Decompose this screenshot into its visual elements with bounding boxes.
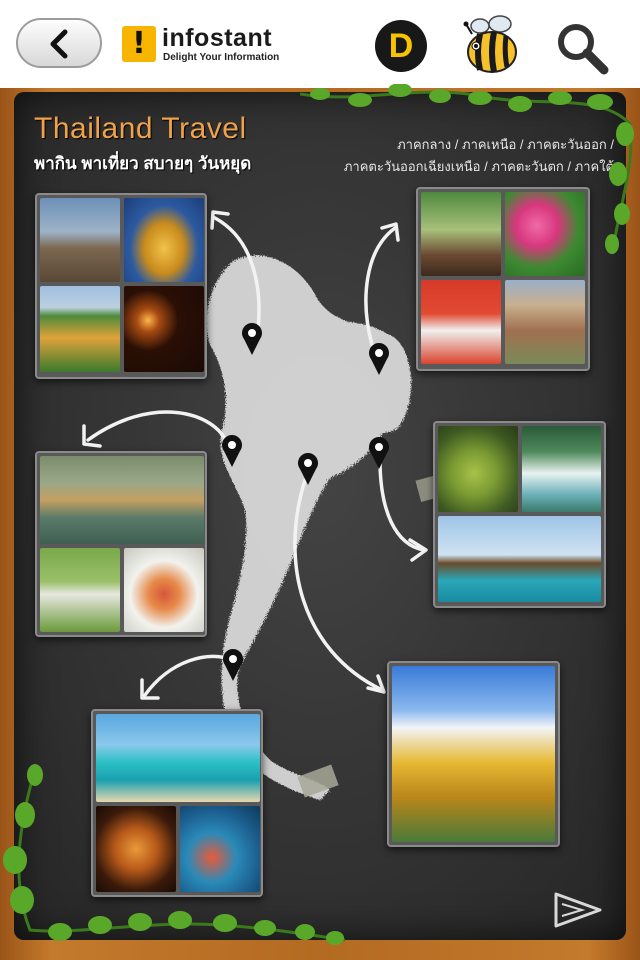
logo-mark-icon: ! [122,26,156,62]
region-links-line-2[interactable]: ภาคตะวันออกเฉียงเหนือ / ภาคตะวันตก / ภาค… [344,156,614,177]
photo-coral-reef [180,806,260,892]
photo-khmer-temple [505,280,585,364]
photo-pink-flowers [505,192,585,276]
photo-sanctuary-of-truth [438,516,601,602]
map-pin-icon[interactable] [221,648,245,682]
back-arrow-icon [50,29,68,59]
page-subtitle: พากิน พาเที่ยว สบายๆ วันหยุด [34,154,252,173]
next-arrow-icon[interactable] [552,890,604,930]
photo-floating-market [40,456,204,544]
photo-golden-pagoda [124,198,204,282]
region-links-line-1[interactable]: ภาคกลาง / ภาคเหนือ / ภาคตะวันออก / [397,134,614,155]
photo-durian [438,426,518,512]
photo-grand-palace [392,666,555,842]
photo-card-central[interactable] [35,451,207,637]
map-pin-icon[interactable] [240,322,264,356]
photo-card-east[interactable] [433,421,606,608]
photo-buddha-ruins [40,198,120,282]
map-pin-icon[interactable] [367,436,391,470]
back-button[interactable] [16,18,102,68]
map-pin-icon[interactable] [367,342,391,376]
photo-waterfall [522,426,601,512]
d-badge-button[interactable]: D [375,20,427,72]
logo-tagline: Delight Your Information [163,52,280,63]
page-title: Thailand Travel [34,112,247,145]
photo-longtail-boats [96,714,260,802]
photo-shadow-puppets [96,806,176,892]
logo-name: infostant [162,24,273,52]
map-pin-icon[interactable] [220,434,244,468]
photo-card-north[interactable] [35,193,207,379]
search-icon[interactable] [552,18,612,78]
top-bar: ! infostant Delight Your Information D [0,0,640,89]
photo-sheep-farm [40,548,120,632]
map-pin-icon[interactable] [296,452,320,486]
photo-card-south[interactable] [91,709,263,897]
photo-thai-food [124,548,204,632]
photo-elephant-ride [421,192,501,276]
photo-card-northeast[interactable] [416,187,590,371]
photo-sky-lanterns [124,286,204,372]
photo-flower-garden [40,286,120,372]
photo-football-team [421,280,501,364]
bee-icon[interactable] [458,12,522,76]
photo-card-bangkok[interactable] [387,661,560,847]
